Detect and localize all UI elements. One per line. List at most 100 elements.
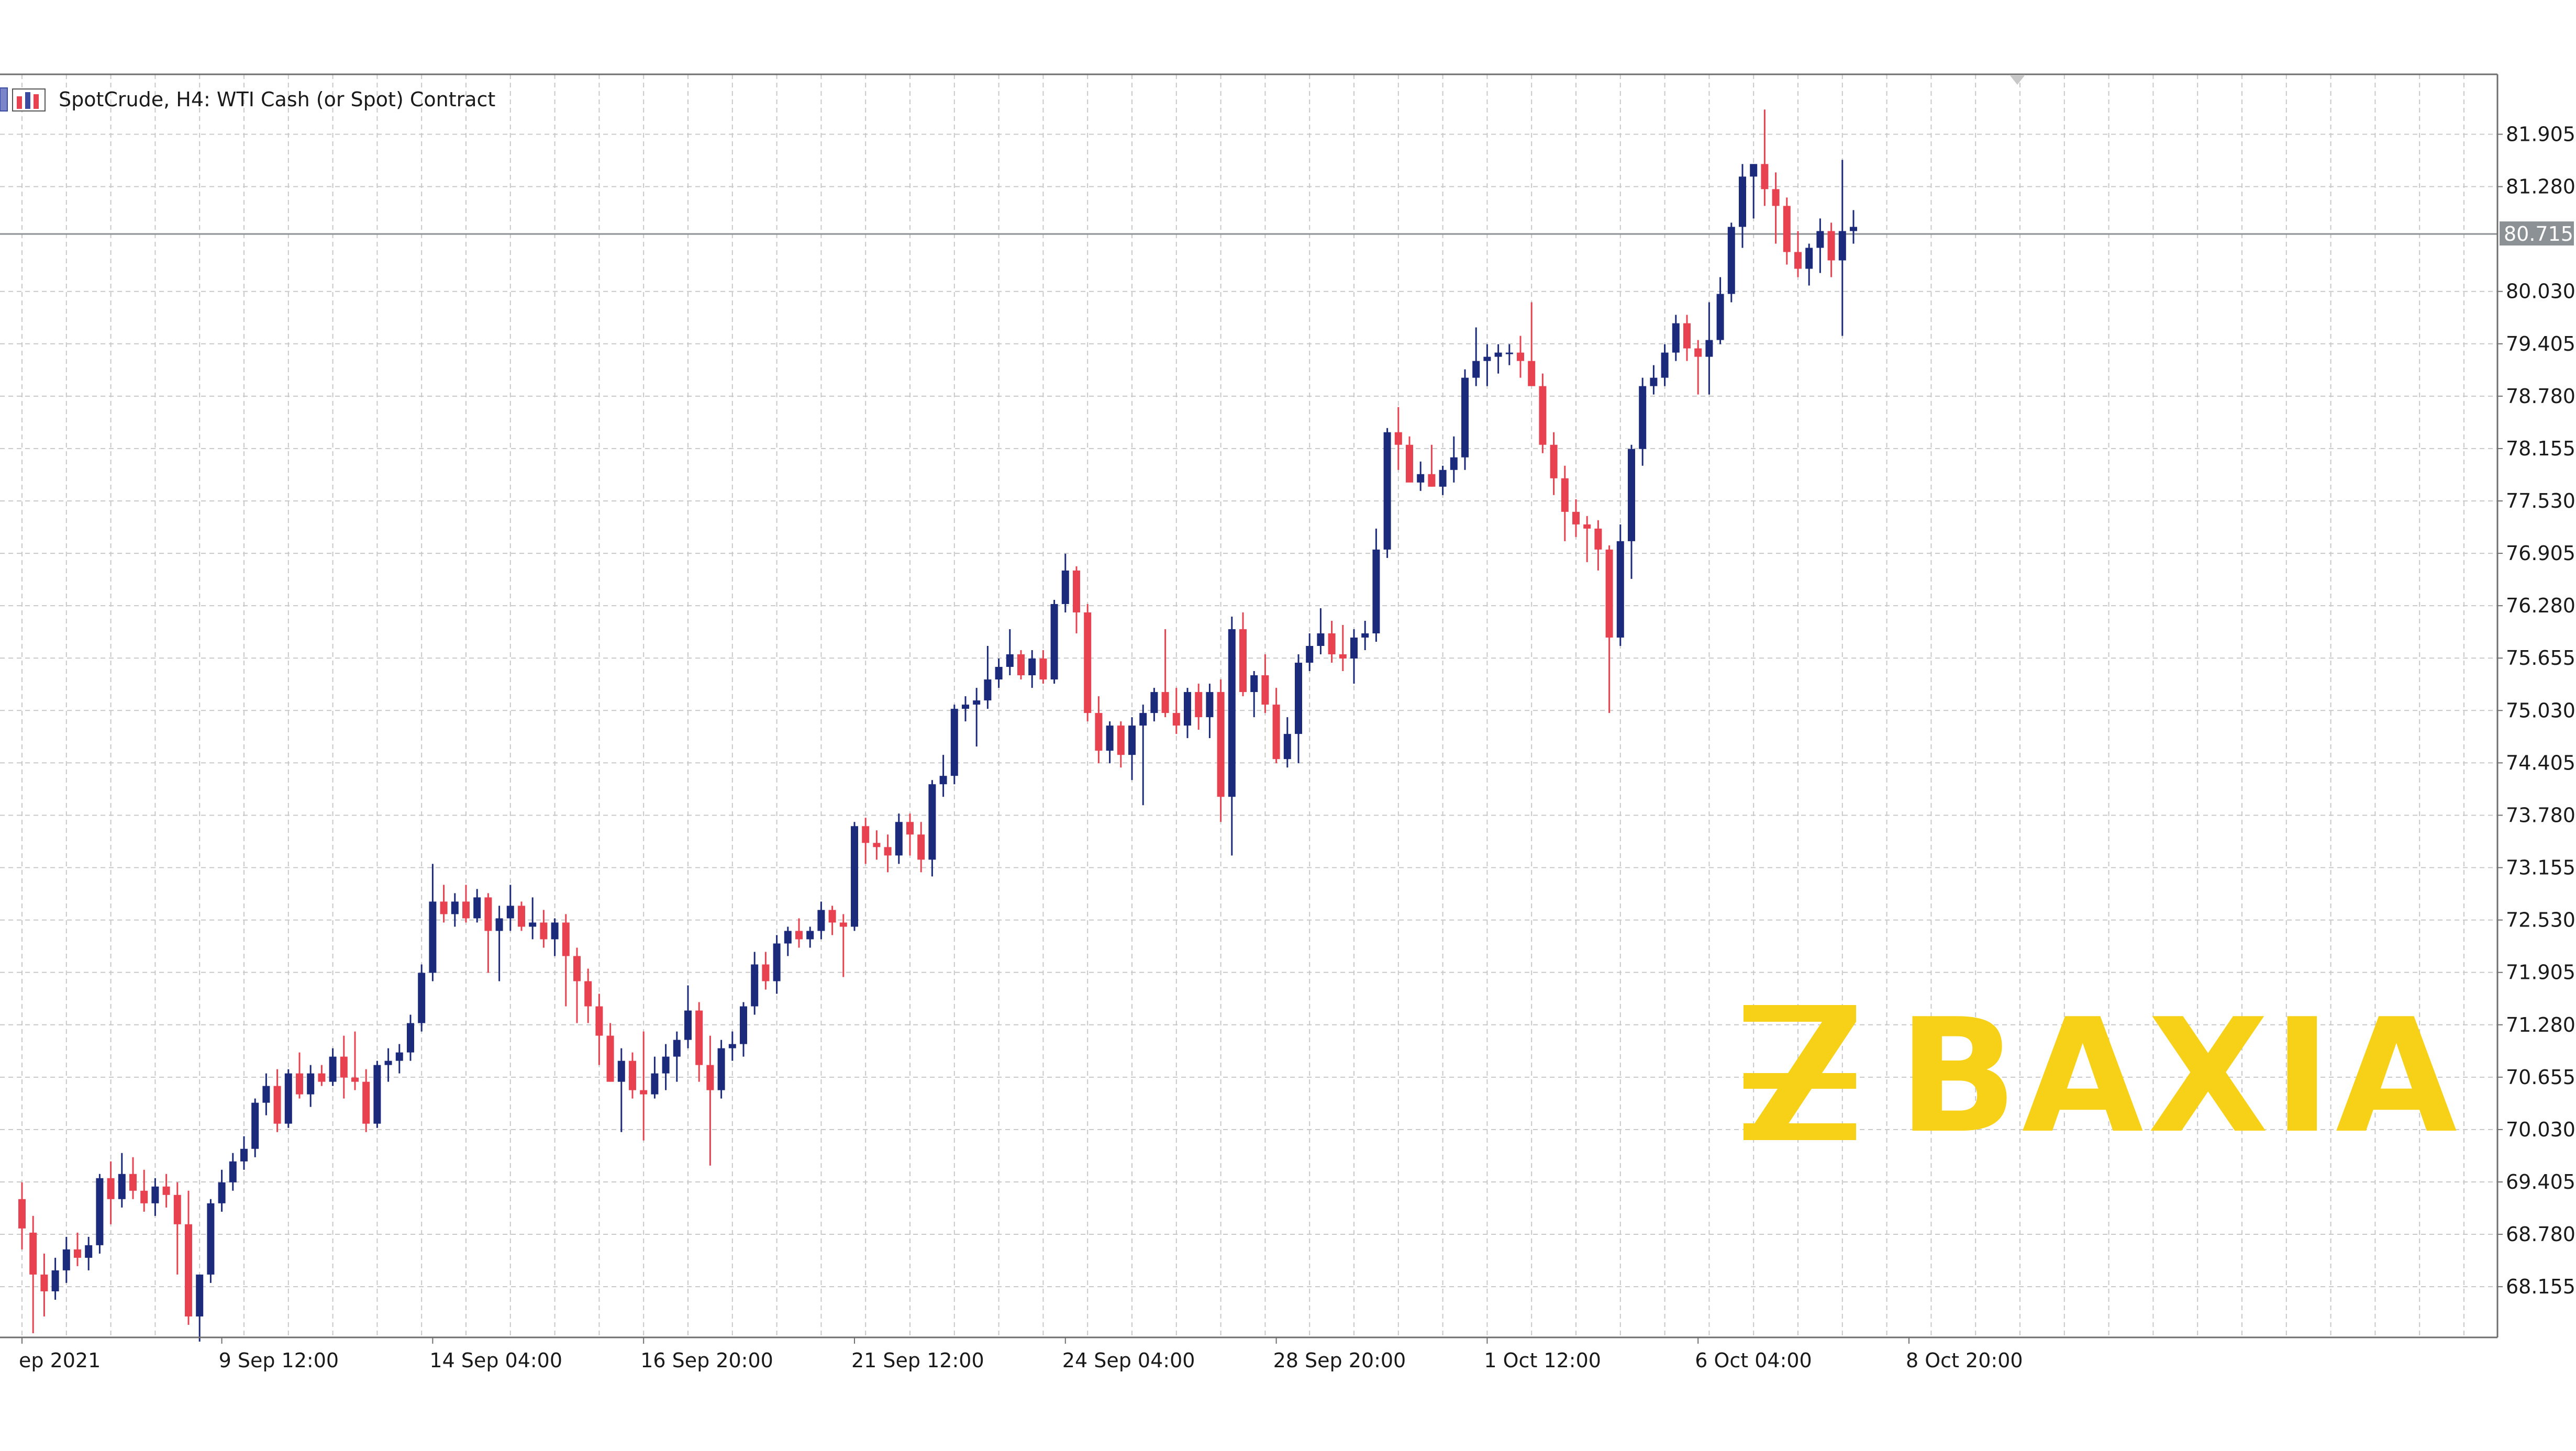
- candle: [96, 1174, 104, 1254]
- candle-body: [1372, 549, 1380, 633]
- candle: [229, 1153, 237, 1191]
- candle: [1028, 650, 1036, 688]
- candle-body: [440, 901, 448, 914]
- candle-body: [795, 931, 803, 940]
- candle-body: [950, 709, 958, 776]
- candle: [429, 864, 437, 981]
- candle: [1572, 499, 1580, 537]
- candle-body: [473, 897, 481, 919]
- candle-body: [1061, 570, 1069, 604]
- candle-body: [1206, 692, 1214, 718]
- y-tick-label: 77.530: [2506, 489, 2575, 512]
- candle: [1239, 612, 1247, 697]
- y-tick-label: 71.905: [2506, 961, 2575, 984]
- candle: [773, 935, 781, 994]
- candle-body: [1494, 352, 1502, 357]
- x-tick-label: 1 Oct 12:00: [1484, 1349, 1601, 1372]
- candle-body: [1517, 352, 1524, 361]
- candle-body: [373, 1065, 381, 1124]
- candle: [1483, 344, 1491, 386]
- candle: [817, 901, 825, 940]
- candle-body: [1550, 444, 1558, 478]
- candle-body: [1350, 638, 1358, 659]
- candle-body: [1594, 528, 1602, 550]
- symbol-label: SpotCrude, H4: WTI Cash (or Spot) Contra…: [59, 88, 495, 111]
- candle: [1428, 444, 1436, 487]
- candle: [806, 927, 814, 948]
- candle: [673, 1031, 681, 1082]
- candle: [196, 1274, 204, 1342]
- candle: [151, 1178, 159, 1216]
- candle: [340, 1035, 348, 1099]
- candle: [651, 1056, 659, 1099]
- candle: [828, 906, 836, 935]
- y-tick-label: 68.780: [2506, 1223, 2575, 1246]
- candle: [1161, 629, 1169, 718]
- candle-body: [1472, 361, 1480, 378]
- candle: [1150, 688, 1158, 722]
- candle: [573, 947, 581, 1023]
- candle: [1317, 608, 1325, 655]
- candle: [1006, 629, 1014, 676]
- candle: [595, 994, 603, 1065]
- baxia-logo: BAXIA: [1744, 985, 2457, 1168]
- candle-body: [1339, 654, 1347, 659]
- candle: [40, 1253, 48, 1316]
- y-tick-label: 78.780: [2506, 385, 2575, 408]
- candle-body: [284, 1073, 292, 1124]
- y-tick-label: 74.405: [2506, 751, 2575, 774]
- candle-body: [296, 1073, 303, 1095]
- candle: [562, 914, 570, 1007]
- candle: [1439, 465, 1447, 495]
- candle: [1350, 629, 1358, 684]
- candle: [717, 1040, 725, 1099]
- candle: [284, 1069, 292, 1128]
- candle-body: [1727, 227, 1735, 294]
- candle-body: [1139, 713, 1147, 726]
- candle-body: [262, 1086, 270, 1103]
- candle: [751, 952, 759, 1015]
- candle: [728, 1031, 736, 1061]
- candle: [1772, 172, 1780, 244]
- candle: [795, 918, 803, 948]
- candle-body: [451, 901, 459, 914]
- candle: [1805, 243, 1813, 286]
- candle-body: [329, 1056, 337, 1082]
- candle-body: [1750, 164, 1758, 177]
- x-tick-label: 21 Sep 12:00: [851, 1349, 984, 1372]
- chart-window-icon[interactable]: [0, 87, 46, 111]
- candle-body: [851, 826, 858, 927]
- candle-body: [817, 910, 825, 931]
- y-tick-label: 70.655: [2506, 1066, 2575, 1089]
- candle: [1073, 566, 1080, 633]
- candle: [473, 889, 481, 923]
- candle-body: [906, 822, 914, 835]
- candle: [1716, 277, 1724, 344]
- y-tick-label: 69.405: [2506, 1170, 2575, 1193]
- candle: [329, 1048, 337, 1086]
- candle-body: [207, 1203, 215, 1275]
- candle: [895, 813, 903, 864]
- candle-body: [196, 1274, 204, 1316]
- y-tick-label: 75.030: [2506, 699, 2575, 722]
- candle: [917, 822, 925, 873]
- candle: [62, 1236, 70, 1283]
- shift-marker-icon[interactable]: [2009, 75, 2025, 85]
- y-tick-label: 73.780: [2506, 803, 2575, 827]
- candle: [1661, 344, 1669, 386]
- candle: [1783, 197, 1791, 265]
- candle-body: [717, 1048, 725, 1090]
- candle: [107, 1161, 115, 1224]
- candle-body: [1605, 549, 1613, 638]
- candle-body: [662, 1056, 670, 1074]
- y-tick-label: 70.030: [2506, 1118, 2575, 1141]
- candle-body: [1772, 189, 1780, 206]
- candle: [1084, 604, 1092, 722]
- candle-body: [1406, 444, 1413, 483]
- candle-body: [1106, 726, 1114, 751]
- candle: [362, 1069, 370, 1132]
- candle-body: [318, 1073, 326, 1082]
- candle: [1283, 717, 1291, 768]
- candle: [51, 1257, 59, 1300]
- candle: [1694, 340, 1702, 395]
